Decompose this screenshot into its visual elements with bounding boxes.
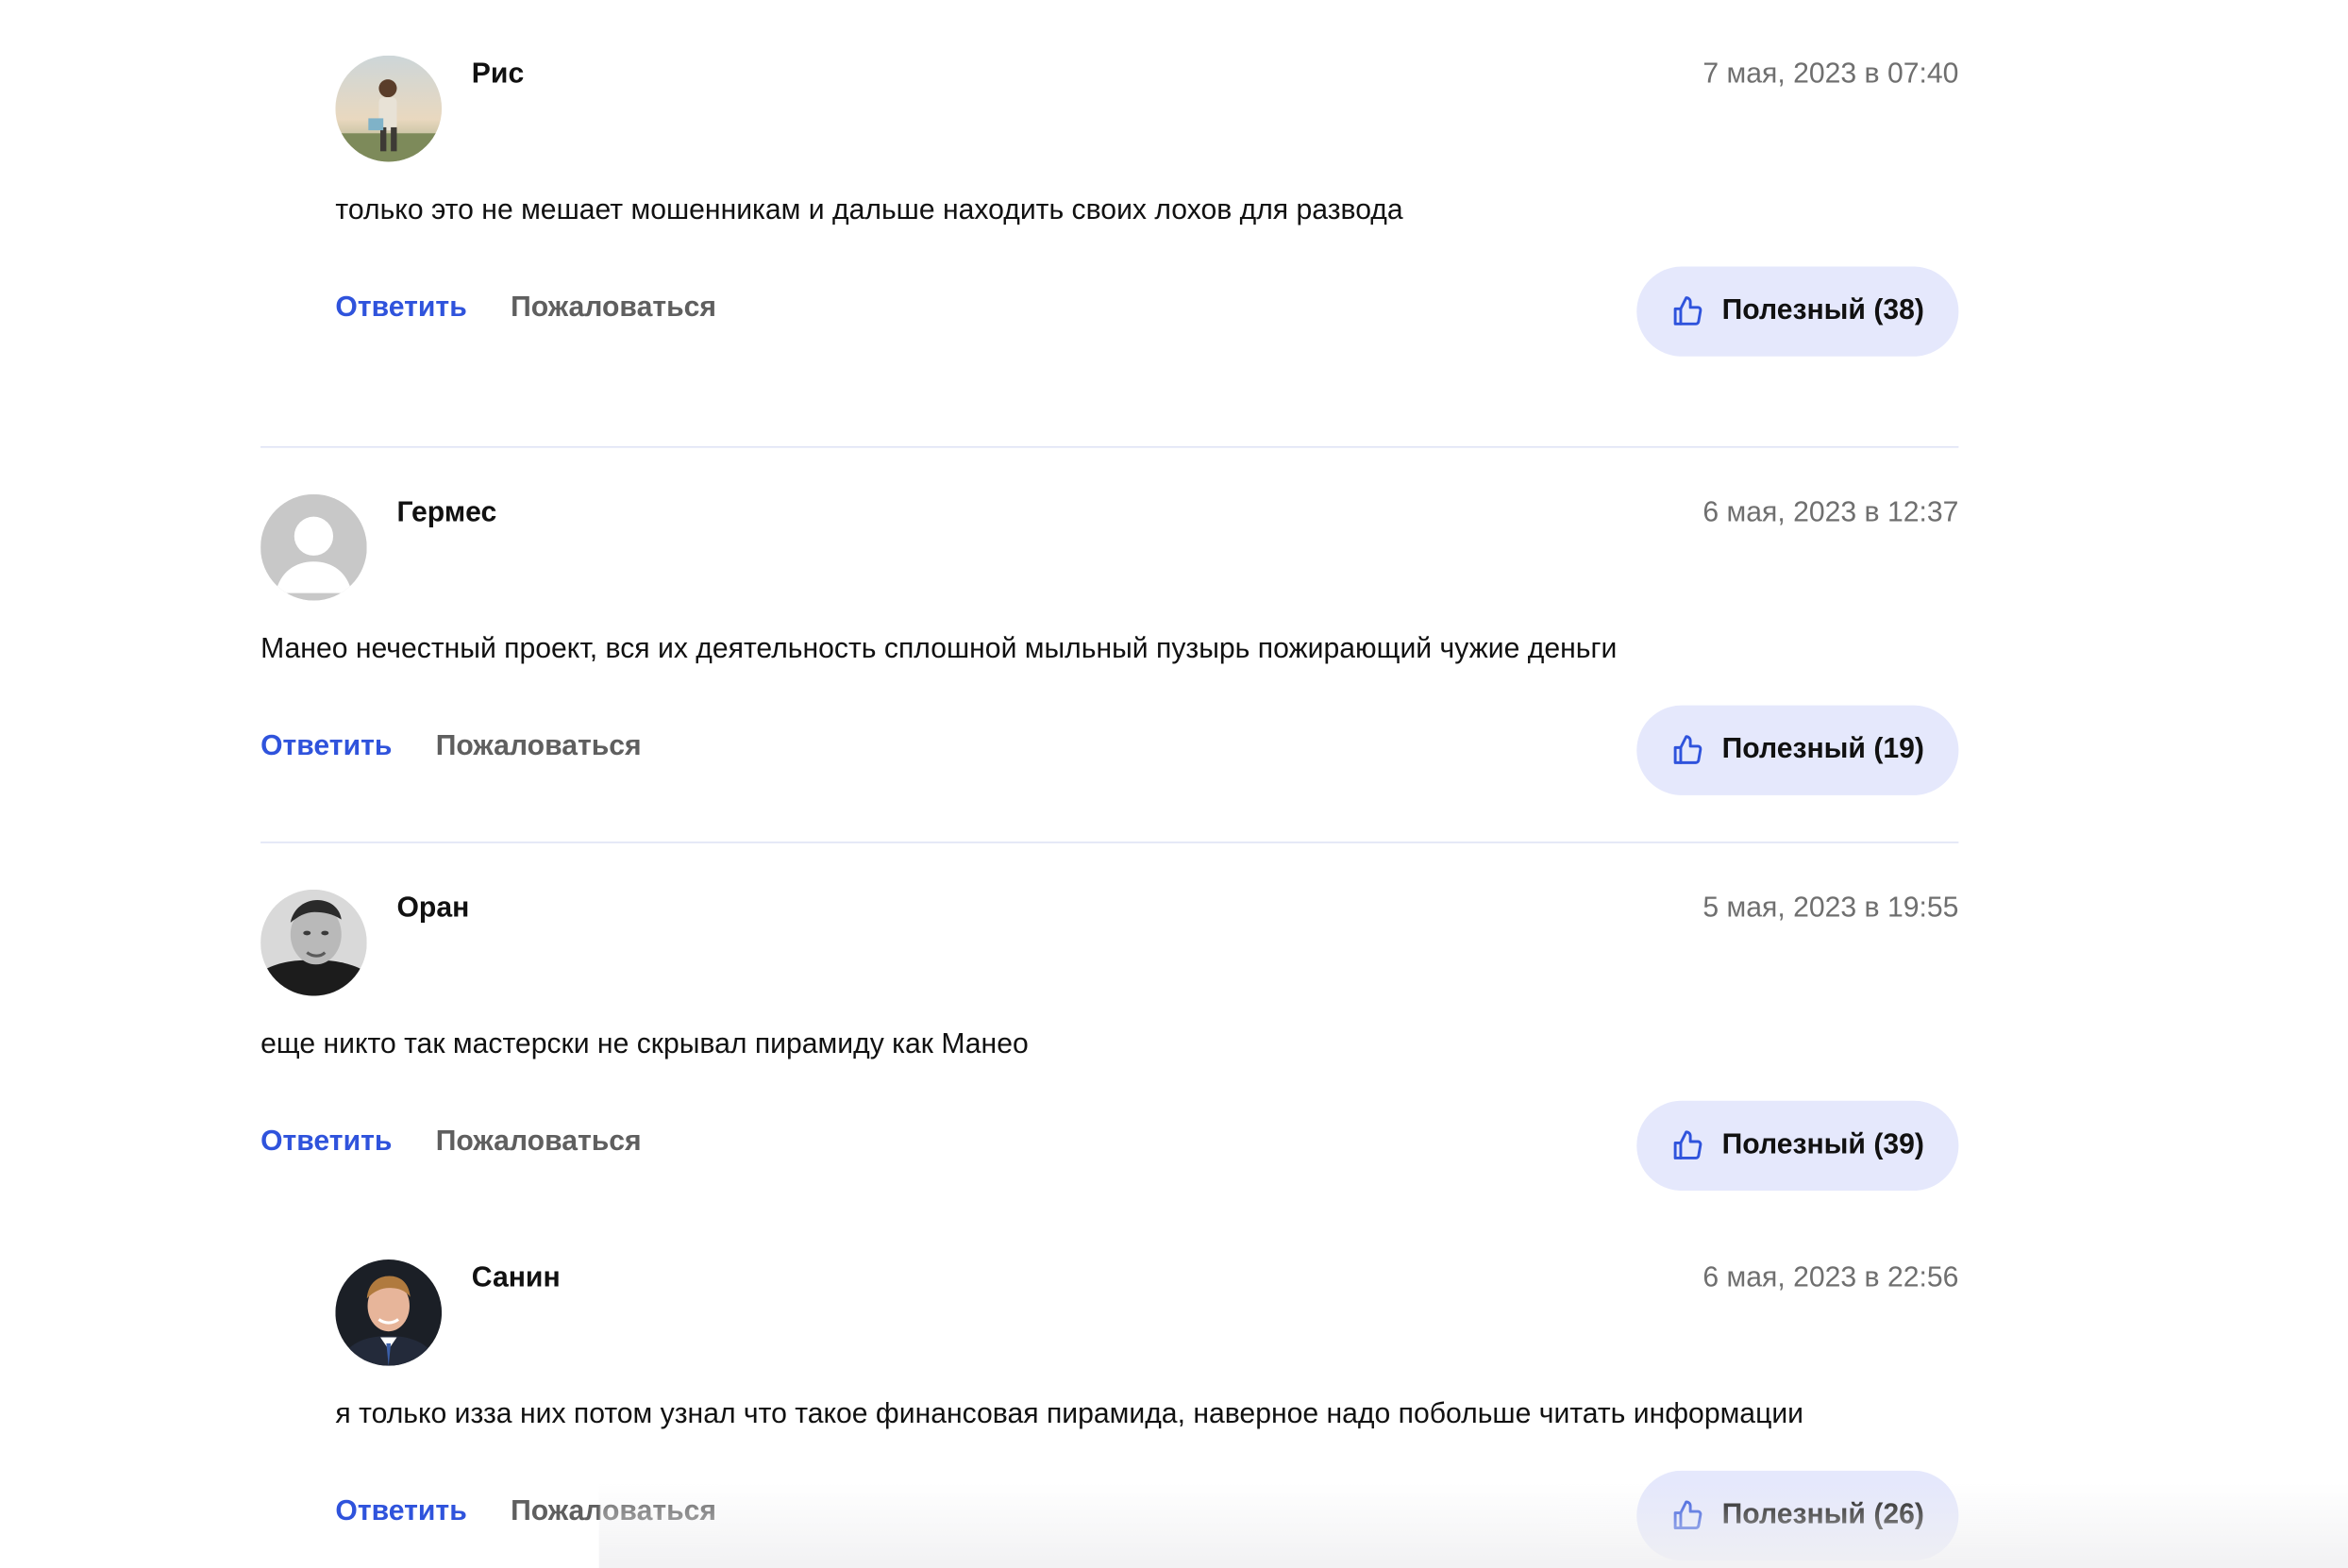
reply-link[interactable]: Ответить: [260, 1126, 392, 1159]
avatar[interactable]: [260, 493, 367, 601]
report-link[interactable]: Пожаловаться: [511, 292, 716, 325]
thumbs-up-icon: [1671, 295, 1704, 328]
avatar[interactable]: [335, 1259, 443, 1366]
thumbs-up-icon: [1671, 1129, 1704, 1162]
useful-label: Полезный (39): [1721, 1128, 1924, 1161]
useful-label: Полезный (19): [1721, 733, 1924, 766]
comment-date: 5 мая, 2023 в 19:55: [1702, 892, 1959, 925]
comment-reply: Рис 7 мая, 2023 в 07:40 только это не ме…: [335, 55, 1959, 357]
comment-reply: Санин 6 мая, 2023 в 22:56 я только изза …: [335, 1259, 1959, 1561]
report-link[interactable]: Пожаловаться: [511, 1496, 716, 1529]
useful-label: Полезный (38): [1721, 294, 1924, 327]
author-name: Рис: [471, 58, 525, 91]
comment-text: еще никто так мастерски не скрывал пирам…: [260, 1028, 1029, 1060]
useful-button[interactable]: Полезный (19): [1636, 705, 1959, 795]
author-name: Оран: [396, 892, 470, 925]
reply-link[interactable]: Ответить: [335, 1496, 466, 1529]
avatar[interactable]: [260, 889, 367, 996]
comment: Оран 5 мая, 2023 в 19:55 еще никто так м…: [260, 889, 1959, 1191]
comment: Гермес 6 мая, 2023 в 12:37 Манео нечестн…: [260, 493, 1959, 795]
comment-text: только это не мешает мошенникам и дальше…: [335, 194, 1403, 226]
reply-link[interactable]: Ответить: [260, 731, 392, 764]
comments-section: Рис 7 мая, 2023 в 07:40 только это не ме…: [0, 0, 2348, 1568]
avatar[interactable]: [335, 55, 443, 162]
useful-button[interactable]: Полезный (38): [1636, 266, 1959, 357]
useful-button[interactable]: Полезный (39): [1636, 1100, 1959, 1191]
comment-date: 6 мая, 2023 в 12:37: [1702, 497, 1959, 529]
thumbs-up-icon: [1671, 1499, 1704, 1532]
report-link[interactable]: Пожаловаться: [436, 731, 642, 764]
reply-link[interactable]: Ответить: [335, 292, 466, 325]
comment-date: 6 мая, 2023 в 22:56: [1702, 1262, 1959, 1294]
author-name: Санин: [471, 1262, 561, 1294]
report-link[interactable]: Пожаловаться: [436, 1126, 642, 1159]
author-name: Гермес: [396, 497, 497, 529]
useful-label: Полезный (26): [1721, 1498, 1924, 1531]
comment-text: я только изза них потом узнал что такое …: [335, 1398, 1804, 1430]
comment-date: 7 мая, 2023 в 07:40: [1702, 58, 1959, 91]
divider: [260, 842, 1959, 843]
photo-avatar-beach-icon: [335, 55, 443, 162]
bottom-shadow: [598, 1482, 2348, 1568]
thumbs-up-icon: [1671, 734, 1704, 767]
useful-button[interactable]: Полезный (26): [1636, 1470, 1959, 1561]
photo-avatar-bw-man-icon: [260, 889, 367, 996]
comment-text: Манео нечестный проект, вся их деятельно…: [260, 633, 1618, 665]
photo-avatar-suit-man-icon: [335, 1259, 443, 1366]
divider: [260, 446, 1959, 448]
default-user-avatar-icon: [260, 493, 367, 601]
